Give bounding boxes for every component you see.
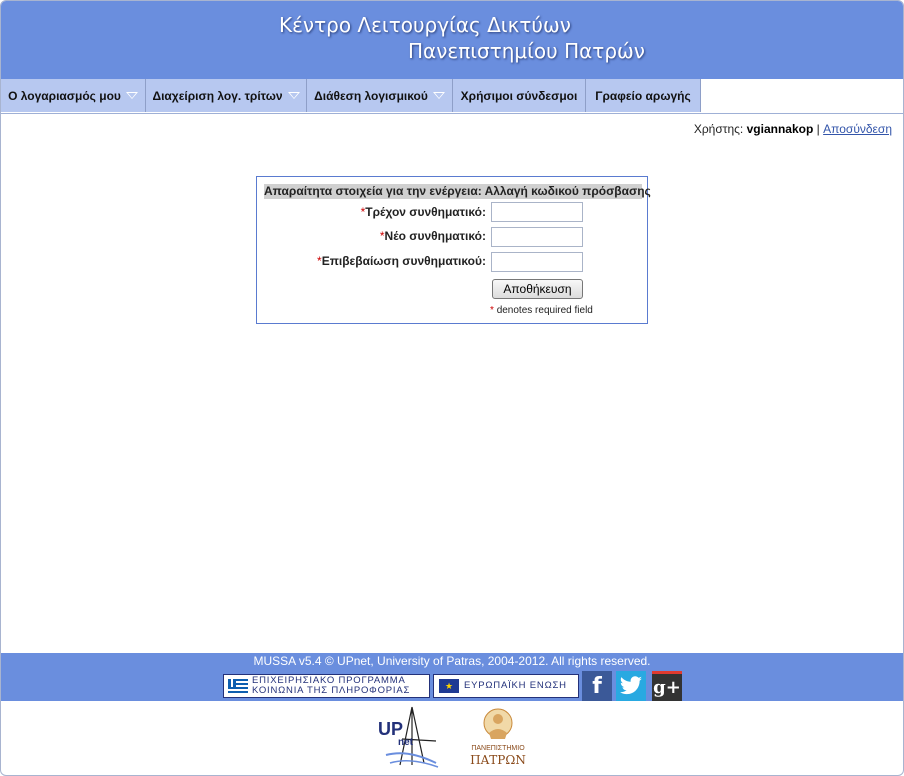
nav-item-label: Διάθεση λογισμικού xyxy=(314,88,428,103)
change-password-form: Απαραίτητα στοιχεία για την ενέργεια: Αλ… xyxy=(256,176,651,324)
upnet-logo: UP net xyxy=(378,705,440,769)
nav-item-label: Διαχείριση λογ. τρίτων xyxy=(152,88,283,103)
eu-flag-icon: ★ xyxy=(439,679,459,693)
confirm-password-input[interactable] xyxy=(491,252,583,272)
google-plus-icon[interactable]: g+ xyxy=(652,671,682,701)
site-header: Κέντρο Λειτουργίας Δικτύων Πανεπιστημίου… xyxy=(1,1,903,79)
current-password-input[interactable] xyxy=(491,202,583,222)
site-title-line2: Πανεπιστημίου Πατρών xyxy=(408,39,645,63)
dropdown-triangle-icon xyxy=(125,92,138,99)
university-of-patras-logo: ΠΑΝΕΠΙΣΤΗΜΙΟ ΠΑΤΡΩΝ xyxy=(467,705,529,769)
nav-item-label: Ο λογαριασμός μου xyxy=(8,88,121,103)
university-emblem-icon xyxy=(483,708,513,739)
university-name-line1: ΠΑΝΕΠΙΣΤΗΜΙΟ xyxy=(471,745,525,752)
copyright-text: MUSSA v5.4 © UPnet, University of Patras… xyxy=(253,654,651,668)
label-text: Νέο συνθηματικό: xyxy=(384,229,486,243)
nav-item-helpdesk[interactable]: Γραφείο αρωγής xyxy=(586,79,701,112)
new-password-input[interactable] xyxy=(491,227,583,247)
nav-item-label: Γραφείο αρωγής xyxy=(595,88,691,103)
site-footer: MUSSA v5.4 © UPnet, University of Patras… xyxy=(1,653,903,701)
university-name-line2: ΠΑΤΡΩΝ xyxy=(470,753,526,767)
separator: | xyxy=(816,122,820,136)
nav-item-my-account[interactable]: Ο λογαριασμός μου xyxy=(1,79,146,112)
new-password-label: *Νέο συνθηματικό: xyxy=(380,229,486,243)
user-status: Χρήστης: vgiannakop | Αποσύνδεση xyxy=(694,122,892,136)
dropdown-triangle-icon xyxy=(287,92,300,99)
logout-link[interactable]: Αποσύνδεση xyxy=(823,122,892,136)
user-prefix: Χρήστης: xyxy=(693,122,744,136)
greek-flag-icon xyxy=(228,679,248,693)
banner-line2: ΚΟΙΝΩΝΙΑ ΤΗΣ ΠΛΗΡΟΦΟΡΙΑΣ xyxy=(252,685,411,696)
nav-item-label: Χρήσιμοι σύνδεσμοι xyxy=(460,88,578,103)
information-society-banner[interactable]: ΕΠΙΧΕΙΡΗΣΙΑΚΟ ΠΡΟΓΡΑΜΜΑ ΚΟΙΝΩΝΙΑ ΤΗΣ ΠΛΗ… xyxy=(223,674,430,698)
upnet-logo-subtext: net xyxy=(398,737,413,748)
nav-item-third-party-accounts[interactable]: Διαχείριση λογ. τρίτων xyxy=(146,79,307,112)
confirm-password-label: *Επιβεβαίωση συνθηματικού: xyxy=(317,254,486,268)
main-navbar: Ο λογαριασμός μου Διαχείριση λογ. τρίτων… xyxy=(1,79,903,114)
site-title-line1: Κέντρο Λειτουργίας Δικτύων xyxy=(279,13,571,37)
page-frame: Κέντρο Λειτουργίας Δικτύων Πανεπιστημίου… xyxy=(0,0,904,776)
save-button[interactable]: Αποθήκευση xyxy=(492,279,583,299)
nav-item-useful-links[interactable]: Χρήσιμοι σύνδεσμοι xyxy=(453,79,586,112)
required-note: * denotes required field xyxy=(490,305,593,316)
twitter-bird-icon xyxy=(619,676,642,695)
banner-text: ΕΠΙΧΕΙΡΗΣΙΑΚΟ ΠΡΟΓΡΑΜΜΑ ΚΟΙΝΩΝΙΑ ΤΗΣ ΠΛΗ… xyxy=(252,676,410,696)
european-union-banner[interactable]: ★ ΕΥΡΩΠΑΪΚΗ ΕΝΩΣΗ xyxy=(433,674,579,698)
facebook-icon[interactable]: f xyxy=(582,671,612,701)
form-heading: Απαραίτητα στοιχεία για την ενέργεια: Αλ… xyxy=(264,184,651,199)
username: vgiannakop xyxy=(746,122,814,136)
dropdown-triangle-icon xyxy=(432,92,445,99)
current-password-label: *Τρέχον συνθηματικό: xyxy=(361,205,486,219)
required-note-text: denotes required field xyxy=(496,305,593,316)
nav-item-software[interactable]: Διάθεση λογισμικού xyxy=(307,79,453,112)
twitter-icon[interactable] xyxy=(616,671,646,701)
required-mark: * xyxy=(490,305,494,316)
label-text: Επιβεβαίωση συνθηματικού: xyxy=(321,254,486,268)
banner-text: ΕΥΡΩΠΑΪΚΗ ΕΝΩΣΗ xyxy=(464,680,567,691)
label-text: Τρέχον συνθηματικό: xyxy=(365,205,486,219)
